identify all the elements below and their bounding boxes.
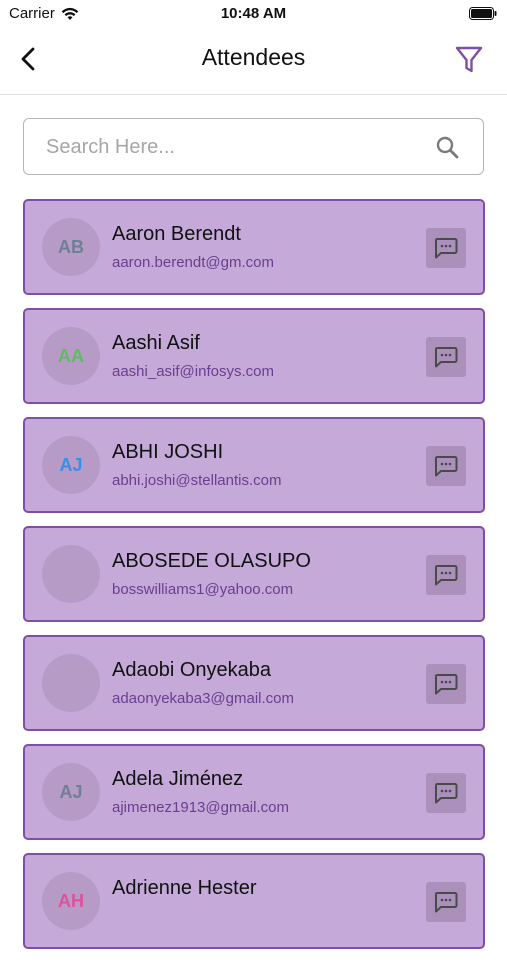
attendee-list: AB Aaron Berendt aaron.berendt@gm.com AA… (23, 199, 485, 962)
attendee-email: abhi.joshi@stellantis.com (112, 472, 282, 489)
search-input[interactable] (44, 119, 428, 176)
attendee-email: adaonyekaba3@gmail.com (112, 690, 294, 707)
attendee-name: Aashi Asif (112, 332, 200, 354)
attendee-card[interactable]: AJ Adela Jiménez ajimenez1913@gmail.com (23, 744, 485, 840)
attendee-name: Adela Jiménez (112, 768, 244, 790)
chat-bubble-icon (435, 456, 458, 477)
attendee-card[interactable]: AJ ABHI JOSHI abhi.joshi@stellantis.com (23, 417, 485, 513)
search-box (23, 118, 484, 176)
chat-bubble-icon (435, 347, 458, 368)
search-icon[interactable] (435, 135, 459, 159)
chat-bubble-icon (435, 674, 458, 695)
chat-bubble-icon (435, 565, 458, 586)
attendee-card[interactable]: AB Aaron Berendt aaron.berendt@gm.com (23, 199, 485, 295)
attendee-card[interactable]: AH Adrienne Hester (23, 853, 485, 949)
back-arrow-icon[interactable] (14, 44, 44, 74)
message-button[interactable] (426, 228, 466, 268)
avatar: AH (42, 872, 100, 930)
attendee-email: aaron.berendt@gm.com (112, 254, 274, 271)
status-bar: Carrier 10:48 AM (0, 0, 507, 28)
attendee-name: Adrienne Hester (112, 877, 257, 899)
avatar: AJ (42, 436, 100, 494)
status-time: 10:48 AM (220, 5, 287, 22)
message-button[interactable] (426, 664, 466, 704)
avatar: AB (42, 218, 100, 276)
chat-bubble-icon (435, 892, 458, 913)
attendee-email: bosswilliams1@yahoo.com (112, 581, 294, 598)
attendee-name: Aaron Berendt (112, 223, 241, 245)
avatar (42, 545, 100, 603)
attendee-card[interactable]: AA Aashi Asif aashi_asif@infosys.com (23, 308, 485, 404)
attendee-name: ABOSEDE OLASUPO (112, 550, 311, 572)
message-button[interactable] (426, 337, 466, 377)
message-button[interactable] (426, 446, 466, 486)
avatar (42, 654, 100, 712)
chat-bubble-icon (435, 238, 458, 259)
attendee-card[interactable]: Adaobi Onyekaba adaonyekaba3@gmail.com (23, 635, 485, 731)
message-button[interactable] (426, 773, 466, 813)
attendee-name: Adaobi Onyekaba (112, 659, 272, 681)
message-button[interactable] (426, 555, 466, 595)
filter-icon[interactable] (455, 45, 483, 75)
battery-icon (469, 7, 497, 20)
attendee-email: ajimenez1913@gmail.com (112, 799, 289, 816)
message-button[interactable] (426, 882, 466, 922)
attendee-card[interactable]: ABOSEDE OLASUPO bosswilliams1@yahoo.com (23, 526, 485, 622)
page-title: Attendees (201, 44, 306, 70)
attendee-name: ABHI JOSHI (112, 441, 224, 463)
navigation-bar: Attendees (0, 28, 507, 95)
avatar: AA (42, 327, 100, 385)
chat-bubble-icon (435, 783, 458, 804)
avatar: AJ (42, 763, 100, 821)
attendee-email: aashi_asif@infosys.com (112, 363, 274, 380)
